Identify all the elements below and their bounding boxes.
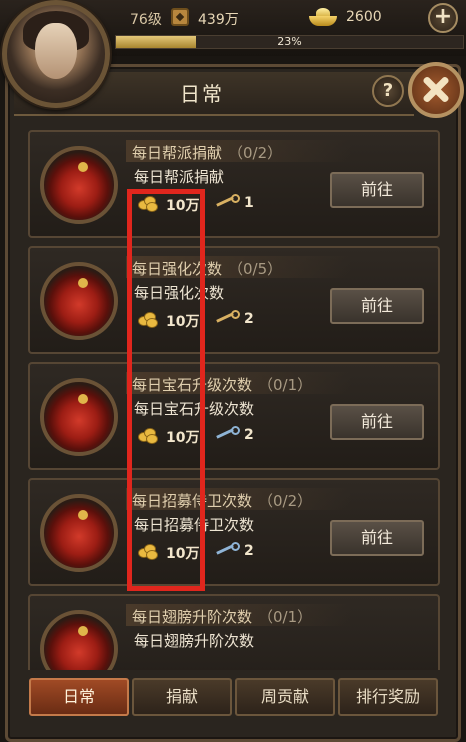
avatar-face xyxy=(35,23,77,79)
key-icon xyxy=(216,194,240,210)
reward-bag-icon xyxy=(40,146,118,224)
bag-knot xyxy=(78,278,88,288)
add-currency-button[interactable]: + xyxy=(428,3,458,33)
reward-bag-icon xyxy=(40,262,118,340)
tab-weekly-contribution[interactable]: 周贡献 xyxy=(235,678,335,716)
exp-bar: 23% xyxy=(115,35,464,49)
task-name: 每日翅膀升阶次数 xyxy=(132,608,253,626)
bag-knot xyxy=(78,394,88,404)
go-button[interactable]: 前往 xyxy=(330,172,424,208)
task-progress: （0/2） xyxy=(258,492,313,510)
bottom-tabs: 日常 捐献 周贡献 排行奖励 xyxy=(0,676,466,724)
task-row: 每日招募侍卫次数 （0/2） 每日招募侍卫次数 10万 2 前往 xyxy=(28,478,440,586)
key-icon xyxy=(216,542,240,558)
player-avatar[interactable] xyxy=(2,0,110,108)
task-progress: （0/5） xyxy=(228,260,283,278)
exp-percent: 23% xyxy=(277,35,302,48)
go-button[interactable]: 前往 xyxy=(330,520,424,556)
bag-knot xyxy=(78,510,88,520)
reward-bag-icon xyxy=(40,494,118,572)
reward-bag-icon xyxy=(40,378,118,456)
bag-knot xyxy=(78,626,88,636)
task-row: 每日翅膀升阶次数 （0/1） 每日翅膀升阶次数 xyxy=(28,594,440,670)
ingot-amount: 2600 xyxy=(346,9,382,25)
task-progress: （0/1） xyxy=(258,608,313,626)
task-description: 每日翅膀升阶次数 xyxy=(134,632,255,650)
go-button[interactable]: 前往 xyxy=(330,404,424,440)
tab-ranking-rewards[interactable]: 排行奖励 xyxy=(338,678,438,716)
task-row: 每日宝石升级次数 （0/1） 每日宝石升级次数 10万 2 前往 xyxy=(28,362,440,470)
gold-coin-icon xyxy=(171,8,189,26)
help-button[interactable]: ? xyxy=(372,75,404,107)
panel-title: 日常 xyxy=(180,82,224,106)
bag-knot xyxy=(78,162,88,172)
close-button[interactable] xyxy=(408,62,464,118)
task-row: 每日帮派捐献 （0/2） 每日帮派捐献 10万 1 前往 xyxy=(28,130,440,238)
key-reward-count: 2 xyxy=(244,427,254,443)
tab-daily[interactable]: 日常 xyxy=(29,678,129,716)
ingot-icon xyxy=(309,8,337,26)
key-icon xyxy=(216,310,240,326)
task-description: 每日帮派捐献 xyxy=(134,168,225,186)
key-reward-count: 2 xyxy=(244,543,254,559)
key-icon xyxy=(216,426,240,442)
task-progress: （0/2） xyxy=(228,144,283,162)
task-name: 每日帮派捐献 xyxy=(132,144,223,162)
key-reward-count: 1 xyxy=(244,195,254,211)
reward-bag-icon xyxy=(40,610,118,670)
player-level: 76级 xyxy=(130,12,162,28)
go-button[interactable]: 前往 xyxy=(330,288,424,324)
key-reward-count: 2 xyxy=(244,311,254,327)
gold-amount: 439万 xyxy=(198,12,239,28)
tab-donate[interactable]: 捐献 xyxy=(132,678,232,716)
reward-highlight-box xyxy=(127,189,205,591)
task-row: 每日强化次数 （0/5） 每日强化次数 10万 2 前往 xyxy=(28,246,440,354)
task-list[interactable]: 每日帮派捐献 （0/2） 每日帮派捐献 10万 1 前往 每日强化次数 （0/5） 每日强化次数… xyxy=(20,122,448,670)
task-progress: （0/1） xyxy=(258,376,313,394)
